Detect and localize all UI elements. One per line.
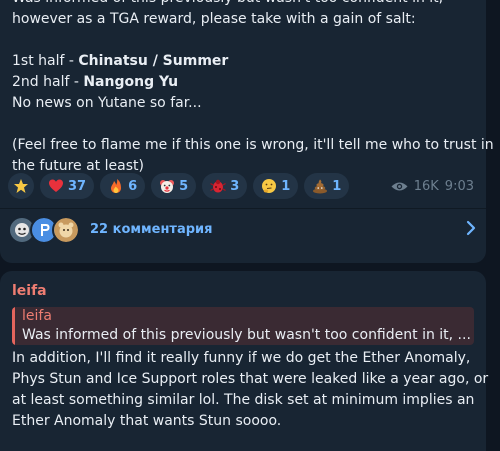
reply-line: In addition, I'll find it really funny i… <box>12 350 471 366</box>
post-line <box>12 114 484 135</box>
quoted-message[interactable]: leifa Was informed of this previously bu… <box>12 307 474 345</box>
post-line: No news on Yutane so far... <box>12 95 202 111</box>
reaction-bug[interactable]: 3 <box>202 173 248 199</box>
post-line: Was informed of this previously but wasn… <box>12 0 484 9</box>
pile-of-poo-icon <box>313 179 328 194</box>
reactions-bar: 37 6 5 3 1 1 <box>8 173 350 199</box>
reply-message: leifa leifa Was informed of this previou… <box>0 271 489 451</box>
second-half-name: Nangong Yu <box>83 74 179 90</box>
clown-face-icon <box>160 180 175 193</box>
divider <box>0 208 486 209</box>
channel-post: Was informed of this previously but wasn… <box>0 0 494 263</box>
reaction-clown[interactable]: 5 <box>151 173 197 199</box>
post-line-first-half: 1st half - Chinatsu / Summer <box>12 51 484 72</box>
reaction-star[interactable] <box>8 173 34 199</box>
second-half-label: 2nd half - <box>12 74 84 90</box>
post-line <box>12 30 484 51</box>
avatar <box>52 216 80 244</box>
reply-author[interactable]: leifa <box>12 283 47 299</box>
first-half-label: 1st half - <box>12 53 79 69</box>
reaction-count: 1 <box>281 178 291 194</box>
reaction-count: 37 <box>68 178 87 194</box>
first-half-name: Chinatsu / Summer <box>78 53 229 69</box>
reaction-poo[interactable]: 1 <box>304 173 350 199</box>
view-count: 16K <box>413 179 439 194</box>
quote-bar <box>12 307 15 345</box>
reaction-count: 3 <box>230 178 240 194</box>
post-meta: 16K 9:03 <box>391 179 474 194</box>
reaction-count: 5 <box>179 178 189 194</box>
post-line-second-half: 2nd half - Nangong Yu <box>12 72 484 93</box>
reaction-count: 1 <box>332 178 342 194</box>
post-time: 9:03 <box>444 179 474 194</box>
reaction-fire[interactable]: 6 <box>100 173 146 199</box>
thinking-face-icon <box>262 179 277 193</box>
post-line: (Feel free to flame me if this one is wr… <box>12 137 494 153</box>
comments-label: 22 комментария <box>90 221 213 237</box>
reply-text: In addition, I'll find it really funny i… <box>12 348 489 432</box>
reply-line: Phys Stun and Ice Support roles that wer… <box>12 371 489 387</box>
quote-text: Was informed of this previously but wasn… <box>22 327 471 343</box>
quote-author: leifa <box>22 308 52 324</box>
chevron-right-icon <box>466 220 476 236</box>
reply-line: at least something similar lol. The disk… <box>12 392 475 408</box>
commenter-avatars <box>8 215 84 244</box>
comments-button[interactable]: 22 комментария <box>8 214 482 244</box>
red-heart-icon <box>49 179 63 192</box>
fire-icon <box>111 179 122 193</box>
eye-icon <box>391 182 408 191</box>
star-icon <box>14 179 28 193</box>
reaction-count: 6 <box>128 178 138 194</box>
reply-line: Ether Anomaly that wants Stun soooo. <box>12 413 282 429</box>
reaction-heart[interactable]: 37 <box>40 173 95 199</box>
reaction-thinking[interactable]: 1 <box>253 173 299 199</box>
post-line: however as a TGA reward, please take wit… <box>12 11 416 27</box>
post-text: Was informed of this previously but wasn… <box>12 0 494 177</box>
red-bug-icon <box>210 179 226 193</box>
